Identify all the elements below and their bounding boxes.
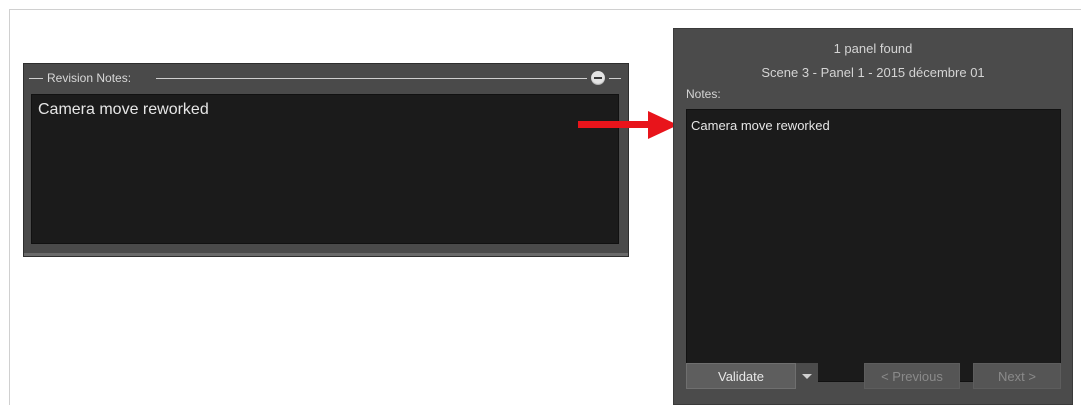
validate-options-dropdown[interactable]	[796, 363, 818, 389]
header-rule-right	[609, 78, 621, 79]
revision-notes-field[interactable]: Camera move reworked	[31, 94, 619, 244]
collapse-icon[interactable]	[591, 71, 605, 85]
revision-notes-title: Revision Notes:	[47, 71, 132, 85]
revision-notes-panel: Revision Notes: Camera move reworked	[23, 63, 629, 257]
validate-button[interactable]: Validate	[686, 363, 796, 389]
panel-bottom-edge	[24, 253, 628, 256]
next-button[interactable]: Next >	[973, 363, 1061, 389]
previous-button[interactable]: < Previous	[864, 363, 960, 389]
panel-found-count: 1 panel found	[833, 41, 913, 56]
arrow-right-icon	[578, 111, 678, 139]
header-rule-left	[29, 78, 43, 79]
find-panel-dialog: 1 panel found Scene 3 - Panel 1 - 2015 d…	[673, 28, 1073, 405]
scene-panel-info: Scene 3 - Panel 1 - 2015 décembre 01	[761, 65, 985, 80]
notes-label: Notes:	[686, 87, 721, 101]
header-rule-middle	[156, 78, 587, 79]
chevron-down-icon	[802, 373, 812, 379]
revision-notes-header: Revision Notes:	[29, 70, 621, 86]
notes-field[interactable]: Camera move reworked	[686, 109, 1061, 382]
